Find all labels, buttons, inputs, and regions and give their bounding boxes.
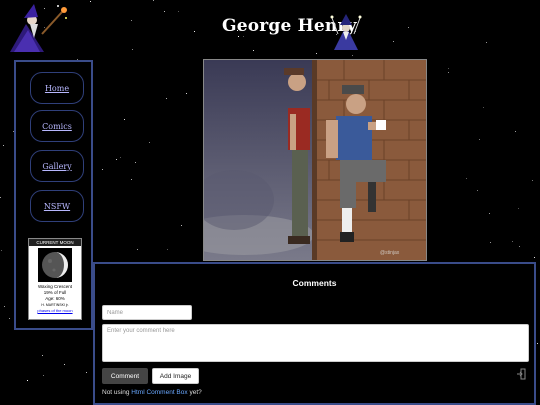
moon-widget-header: CURRENT MOON bbox=[29, 239, 81, 246]
moon-image bbox=[38, 248, 72, 282]
sidebar-nav: Home Comics Gallery NSFW CURRENT MOON Wa… bbox=[14, 60, 93, 330]
wizard-logo-image bbox=[10, 4, 67, 52]
nav-comics-link[interactable]: Comics bbox=[30, 110, 84, 142]
footer-note: Not using Html Comment Box yet? bbox=[102, 389, 202, 396]
nav-home-link[interactable]: Home bbox=[30, 72, 84, 104]
comment-submit-button[interactable]: Comment bbox=[102, 368, 148, 384]
name-input[interactable] bbox=[102, 305, 192, 320]
comment-textarea[interactable] bbox=[102, 324, 529, 362]
comic-signature: @stinjax bbox=[380, 250, 400, 256]
footer-prefix-text: Not using bbox=[102, 389, 130, 396]
moon-phases-link[interactable]: phases of the moon bbox=[29, 308, 81, 313]
comments-panel: Comments Comment Add Image Not using Htm… bbox=[93, 262, 536, 405]
moon-phase-widget: CURRENT MOON Waxing Crescent 19% of Full… bbox=[28, 238, 82, 320]
html-comment-box-link[interactable]: Html Comment Box bbox=[131, 389, 187, 396]
add-image-button[interactable]: Add Image bbox=[152, 368, 199, 384]
footer-suffix-text: yet? bbox=[189, 389, 202, 396]
comments-heading: Comments bbox=[292, 278, 337, 288]
login-icon[interactable] bbox=[516, 368, 526, 380]
comic-image: @stinjax bbox=[203, 59, 427, 261]
nav-gallery-link[interactable]: Gallery bbox=[30, 150, 84, 182]
wizard-mascot-image bbox=[330, 14, 362, 50]
nav-nsfw-link[interactable]: NSFW bbox=[30, 190, 84, 222]
